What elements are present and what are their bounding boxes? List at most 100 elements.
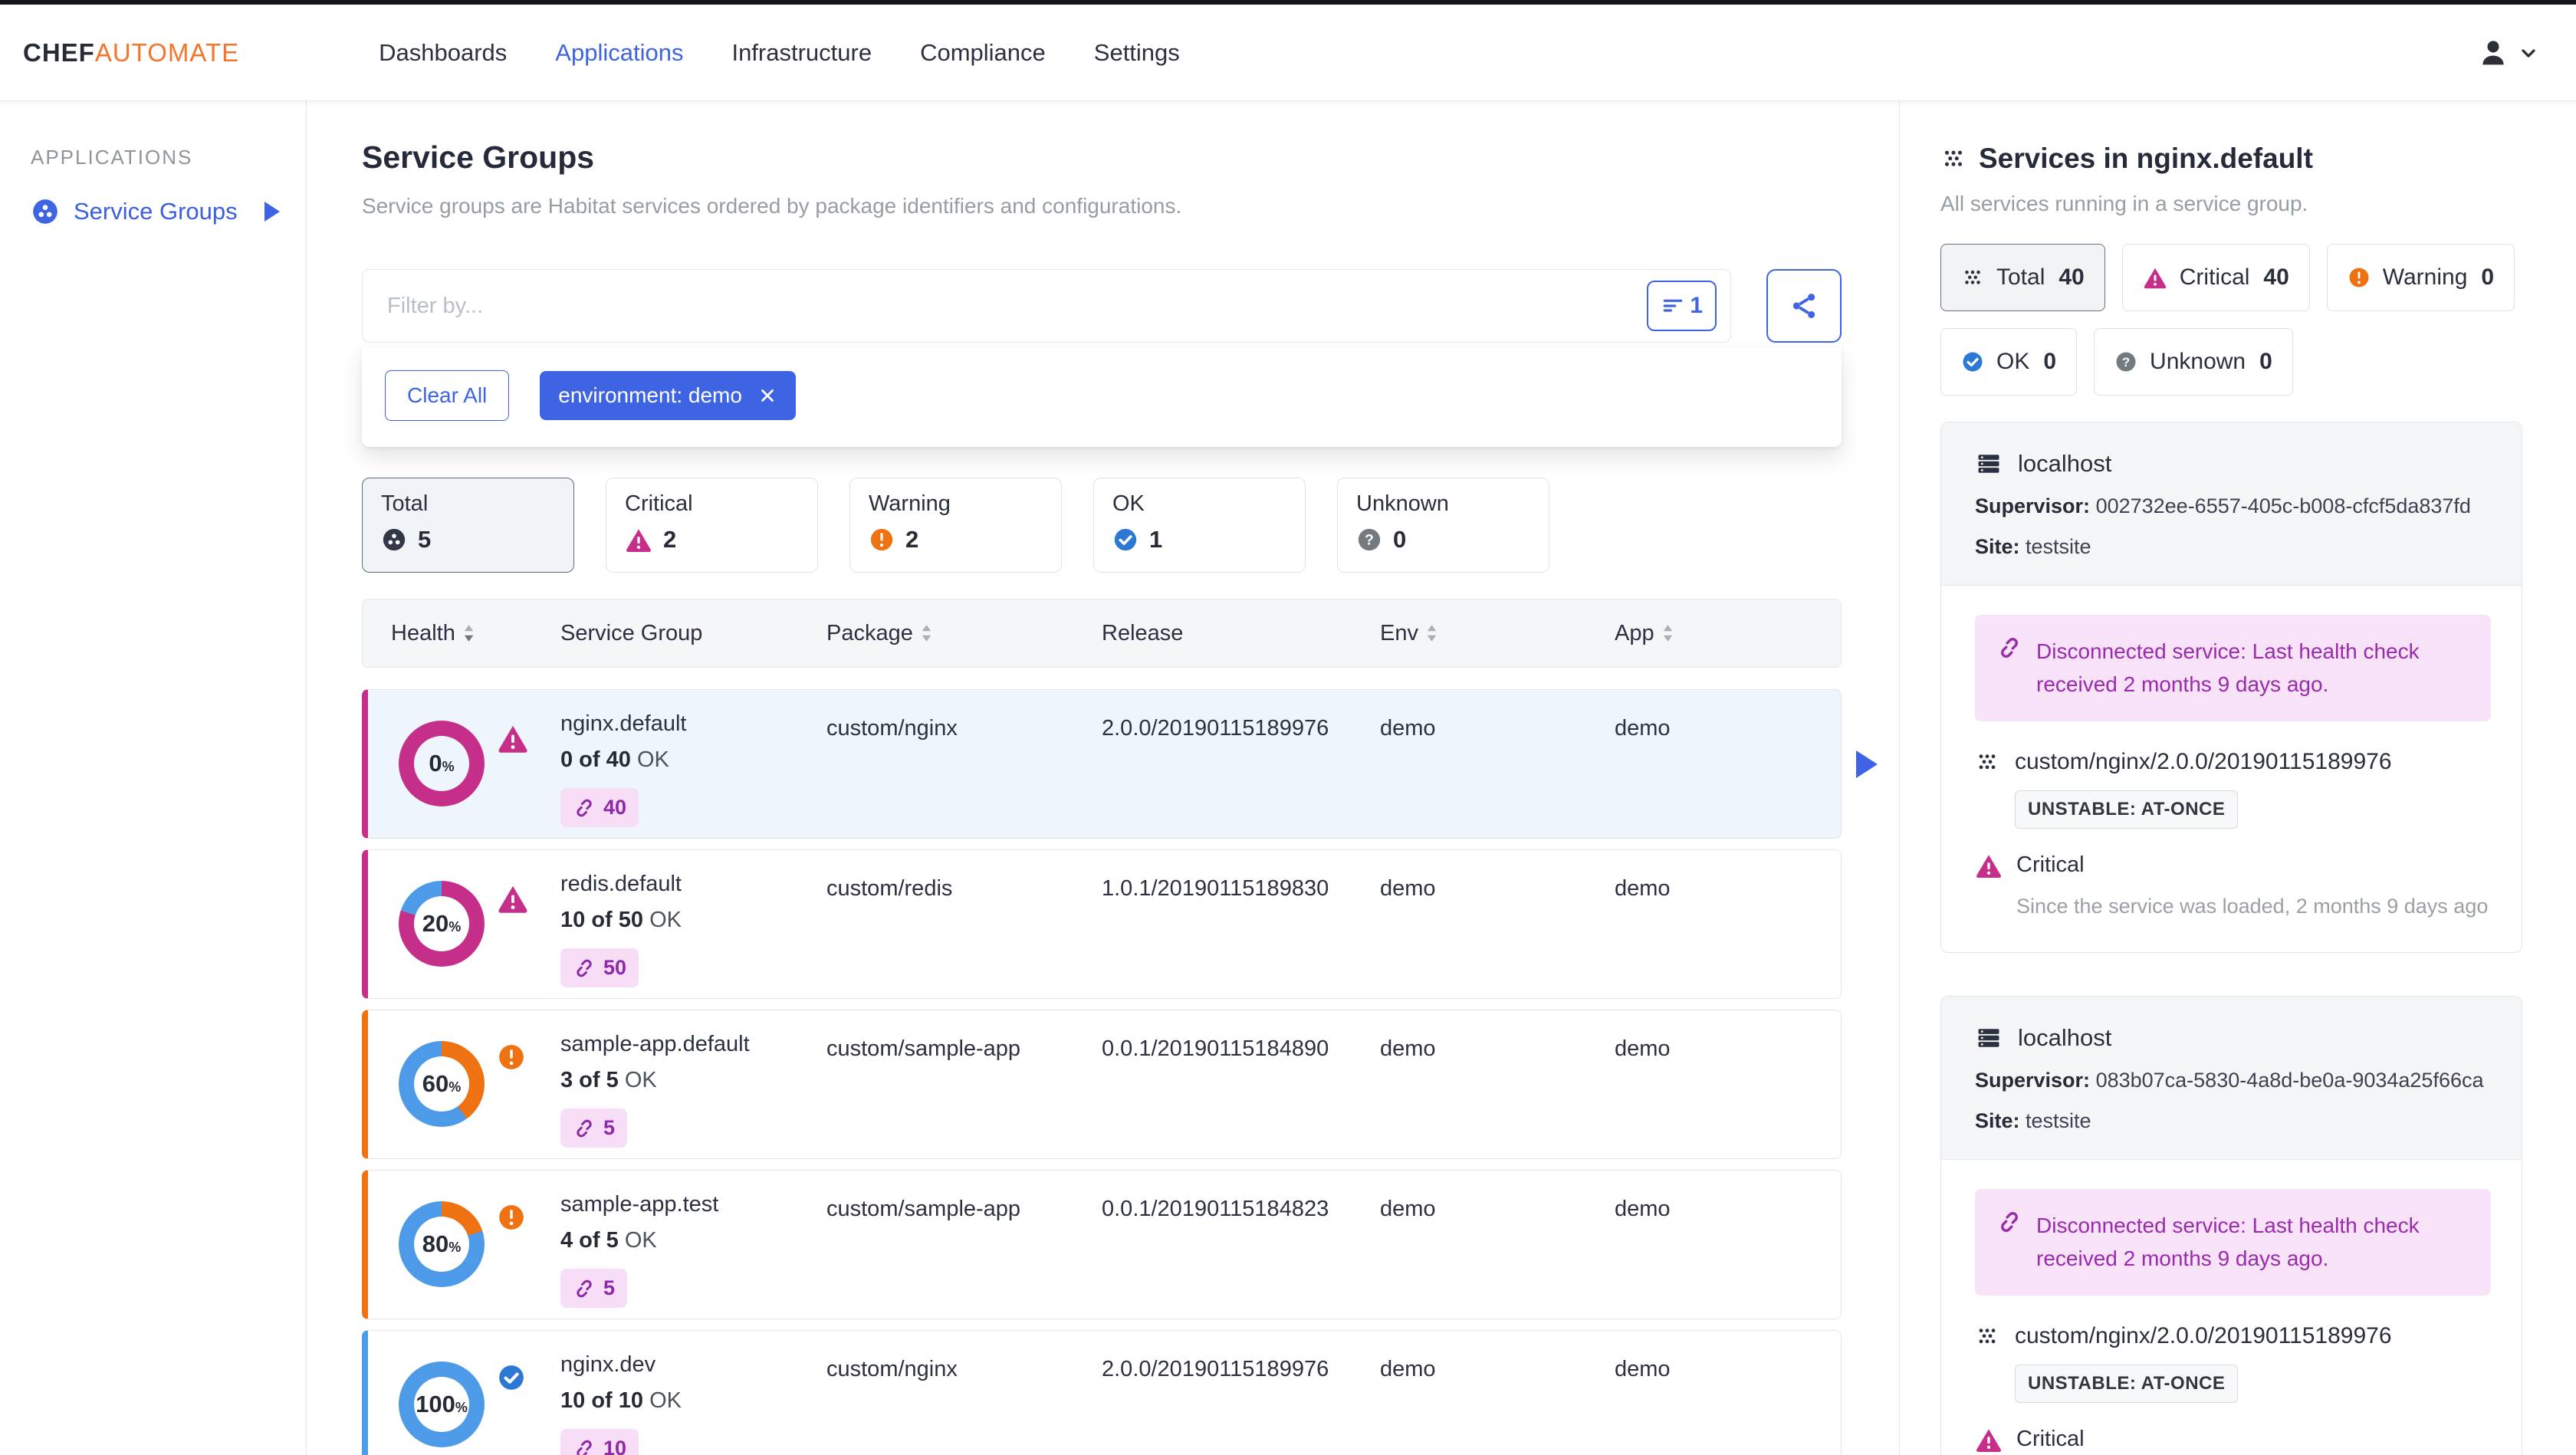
nav-items: Dashboards Applications Infrastructure C… (379, 39, 1180, 67)
nav-infrastructure[interactable]: Infrastructure (731, 39, 872, 67)
table-row-nginx-default[interactable]: 0% nginx.default 0 of 40 OK 40 custom/ng… (362, 689, 1878, 839)
total-icon (381, 527, 407, 553)
status-card-ok[interactable]: OK 1 (1093, 478, 1306, 573)
service-card-body: Disconnected service: Last health check … (1941, 586, 2522, 952)
sidebar-item-label: Service Groups (74, 198, 238, 225)
active-filters-panel: Clear All environment: demo (362, 347, 1842, 447)
sidebar-item-service-groups[interactable]: Service Groups (31, 197, 280, 226)
header-env[interactable]: Env (1380, 621, 1615, 646)
status-filter-cards: Total 5 Critical 2 Warning 2 OK 1 Unknow… (362, 478, 1842, 573)
table-row-sample-app-default[interactable]: 60% sample-app.default 3 of 5 OK 5 custo… (362, 1010, 1842, 1159)
header-app[interactable]: App (1615, 621, 1841, 646)
release-cell: 2.0.0/20190115189976 (1102, 1357, 1329, 1381)
services-icon (1975, 1324, 1999, 1348)
ok-icon (1961, 350, 1984, 373)
nav-dashboards[interactable]: Dashboards (379, 39, 507, 67)
package-cell: custom/nginx (826, 716, 958, 741)
clear-all-button[interactable]: Clear All (385, 370, 510, 421)
status-card-total[interactable]: Total 5 (362, 478, 574, 573)
pill-total[interactable]: Total 40 (1940, 244, 2105, 311)
filter-count-button[interactable]: 1 (1647, 281, 1717, 331)
service-groups-icon (31, 197, 60, 226)
app-cell: demo (1615, 1197, 1671, 1221)
filter-input[interactable] (387, 293, 1648, 319)
pill-unknown[interactable]: ? Unknown 0 (2094, 328, 2293, 396)
disconnected-alert: Disconnected service: Last health check … (1975, 615, 2491, 721)
health-donut: 100% (399, 1361, 485, 1447)
table-header: Health Service Group Package Release Env… (362, 599, 1842, 668)
server-icon (1975, 1024, 2003, 1052)
release-cell: 1.0.1/20190115189830 (1102, 876, 1329, 901)
unknown-icon: ? (1356, 527, 1382, 553)
site-line: Site: testsite (1975, 1108, 2091, 1132)
service-group-cell: sample-app.default 3 of 5 OK 5 (560, 1010, 826, 1148)
health-donut: 20% (399, 881, 485, 967)
critical-icon (2143, 265, 2167, 290)
chevron-down-icon (2518, 42, 2539, 64)
svg-text:?: ? (2122, 355, 2130, 369)
package-cell: custom/sample-app (826, 1036, 1021, 1061)
ok-ratio: 3 of 5 OK (560, 1068, 657, 1092)
panel-subtitle: All services running in a service group. (1940, 192, 2308, 215)
disconnected-badge: 10 (560, 1429, 639, 1455)
health-status: Critical (1975, 852, 2491, 879)
sort-icon[interactable] (921, 623, 932, 643)
disconnected-badge: 5 (560, 1269, 628, 1308)
sidebar-section-label: APPLICATIONS (31, 146, 193, 169)
status-card-unknown[interactable]: Unknown ? 0 (1337, 478, 1549, 573)
header-service-group: Service Group (560, 620, 703, 645)
pill-ok[interactable]: OK 0 (1940, 328, 2078, 396)
sort-icon[interactable] (1426, 623, 1438, 643)
broken-link-icon (1996, 635, 2022, 701)
update-strategy-badge: UNSTABLE: AT-ONCE (2015, 1364, 2239, 1403)
health-cell: 20% (368, 850, 560, 967)
pill-warning[interactable]: Warning 0 (2326, 244, 2515, 311)
services-icon (1940, 146, 1967, 172)
sort-icon[interactable] (1662, 623, 1674, 643)
broken-link-icon (573, 1277, 596, 1300)
filter-chip-environment-demo[interactable]: environment: demo (540, 371, 796, 420)
service-group-cell: sample-app.test 4 of 5 OK 5 (560, 1171, 826, 1308)
supervisor-line: Supervisor: 002732ee-6557-405c-b008-cfcf… (1975, 494, 2471, 517)
env-cell: demo (1380, 876, 1436, 901)
supervisor-line: Supervisor: 083b07ca-5830-4a8d-be0a-9034… (1975, 1068, 2484, 1092)
sidebar: APPLICATIONS Service Groups (0, 101, 307, 1455)
release-cell: 0.0.1/20190115184823 (1102, 1197, 1329, 1221)
selected-row-arrow-icon (1856, 750, 1878, 778)
services-icon (1975, 750, 1999, 774)
broken-link-icon (573, 1437, 596, 1455)
table-row-redis-default[interactable]: 20% redis.default 10 of 50 OK 50 custom/… (362, 849, 1842, 999)
health-cell: 100% (368, 1331, 560, 1447)
panel-title: Services in nginx.default (1940, 143, 2522, 175)
service-group-list: 0% nginx.default 0 of 40 OK 40 custom/ng… (362, 689, 1878, 1455)
brand-automate: AUTOMATE (94, 38, 240, 67)
sidebar-expand-arrow-icon[interactable] (264, 202, 280, 222)
nav-settings[interactable]: Settings (1094, 39, 1180, 67)
close-icon[interactable] (757, 386, 777, 406)
unknown-icon: ? (2114, 350, 2137, 373)
broken-link-icon (1996, 1209, 2022, 1276)
filter-bar: 1 (362, 269, 1731, 343)
sort-icon[interactable] (463, 623, 475, 643)
chef-automate-logo[interactable]: CHEFAUTOMATE (23, 38, 239, 67)
service-card-header: localhost Supervisor: 002732ee-6557-405c… (1941, 422, 2522, 586)
user-menu[interactable] (2476, 36, 2539, 70)
release-cell: 0.0.1/20190115184890 (1102, 1036, 1329, 1061)
critical-icon (497, 882, 529, 967)
share-button[interactable] (1766, 269, 1842, 343)
ok-ratio: 0 of 40 OK (560, 747, 669, 772)
header-package[interactable]: Package (826, 621, 1102, 646)
broken-link-icon (573, 1117, 596, 1140)
header-health[interactable]: Health (363, 621, 560, 646)
nav-compliance[interactable]: Compliance (920, 39, 1046, 67)
status-card-critical[interactable]: Critical 2 (606, 478, 818, 573)
table-row-sample-app-test[interactable]: 80% sample-app.test 4 of 5 OK 5 custom/s… (362, 1170, 1842, 1319)
package-cell: custom/nginx (826, 1357, 958, 1381)
since-loaded-text: Since the service was loaded, 2 months 9… (2016, 894, 2489, 918)
table-row-nginx-dev[interactable]: 100% nginx.dev 10 of 10 OK 10 custom/ngi… (362, 1330, 1842, 1455)
release-cell: 2.0.0/20190115189976 (1102, 716, 1329, 741)
pill-critical[interactable]: Critical 40 (2121, 244, 2310, 311)
host-name: localhost (2018, 1023, 2112, 1051)
status-card-warning[interactable]: Warning 2 (849, 478, 1062, 573)
nav-applications[interactable]: Applications (555, 39, 683, 67)
